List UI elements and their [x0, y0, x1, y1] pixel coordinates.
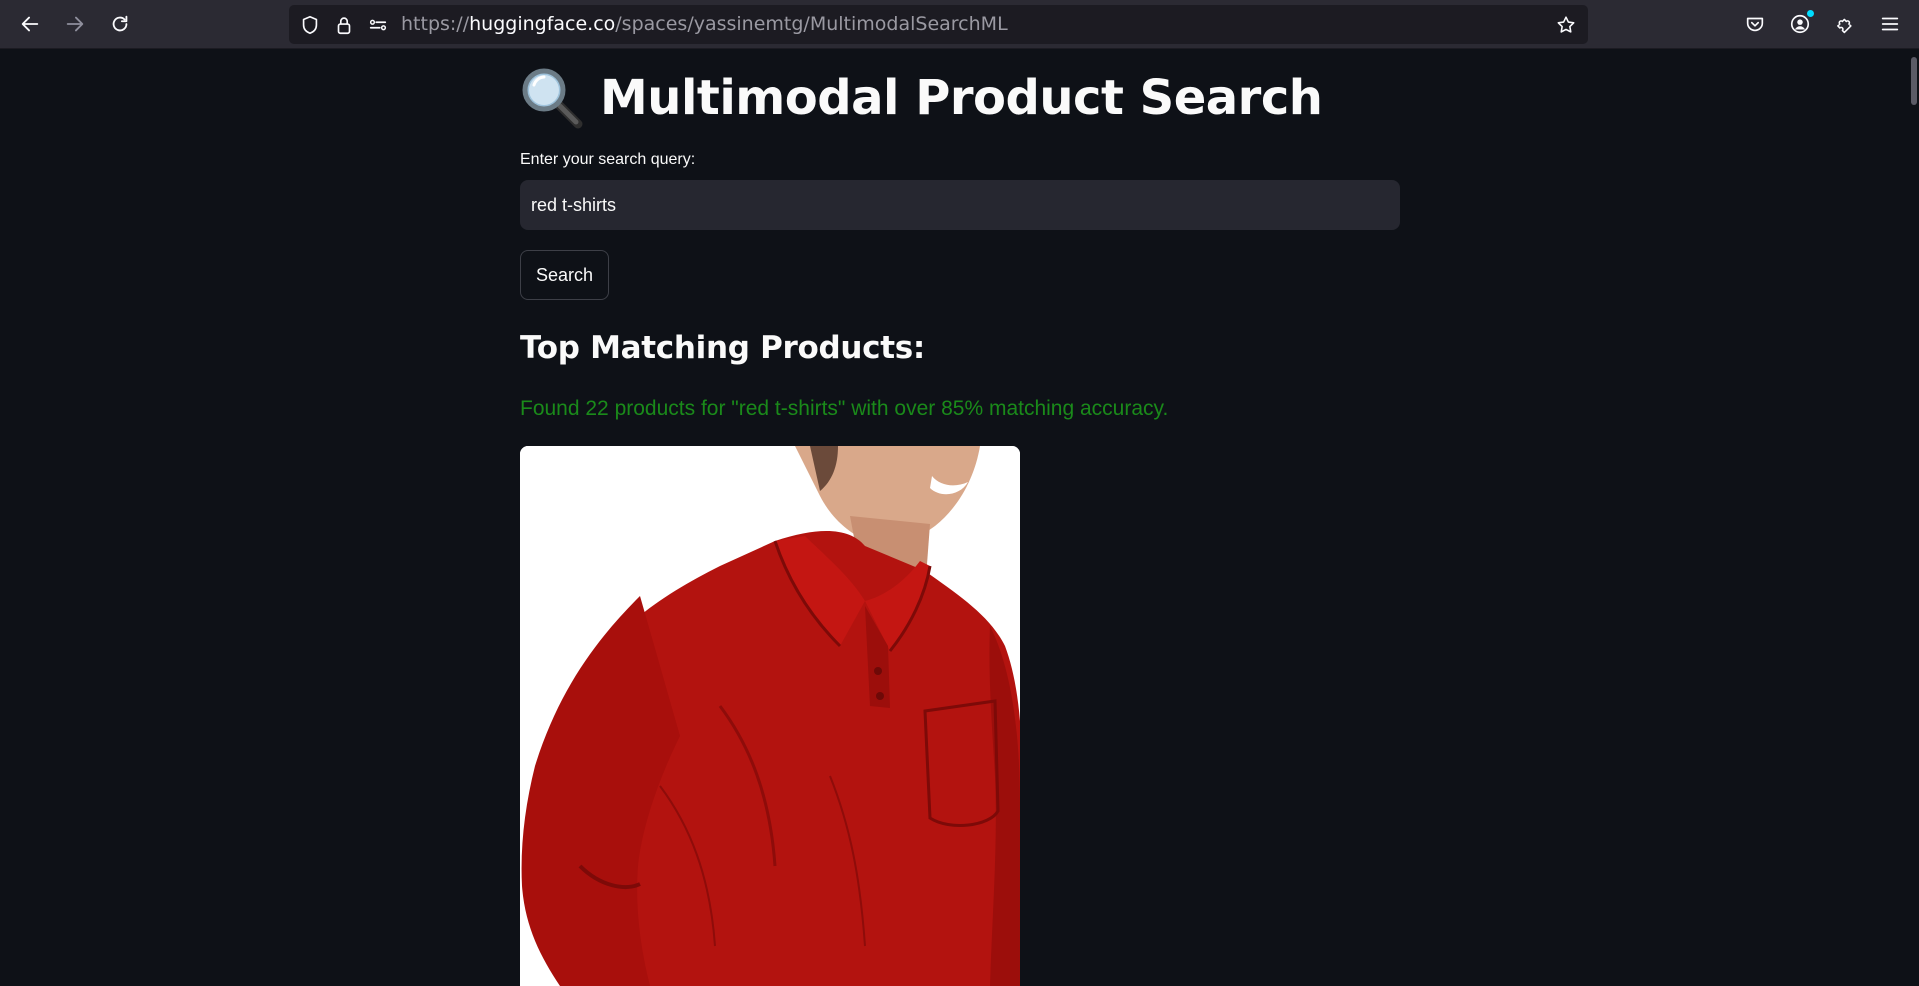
account-button[interactable]	[1782, 6, 1818, 42]
lock-icon[interactable]	[333, 14, 355, 36]
page-scrollbar[interactable]	[1907, 49, 1919, 980]
address-bar[interactable]: https://huggingface.co/spaces/yassinemtg…	[289, 5, 1588, 44]
bookmark-star-icon[interactable]	[1555, 14, 1577, 36]
browser-toolbar: https://huggingface.co/spaces/yassinemtg…	[0, 0, 1919, 49]
back-arrow-icon	[21, 16, 39, 32]
url-path: /spaces/yassinemtg/MultimodalSearchML	[615, 13, 1008, 35]
pocket-button[interactable]	[1737, 6, 1773, 42]
notification-dot	[1807, 10, 1814, 17]
back-button[interactable]	[12, 6, 48, 42]
magnifying-glass-icon	[522, 68, 583, 129]
results-heading: Top Matching Products:	[520, 330, 926, 366]
results-message: Found 22 products for "red t-shirts" wit…	[520, 397, 1169, 420]
shield-icon[interactable]	[299, 14, 321, 36]
red-polo-shirt-image	[520, 446, 1020, 986]
page-title-text: Multimodal Product Search	[600, 70, 1323, 126]
pocket-icon	[1746, 17, 1764, 32]
url-host: huggingface.co	[469, 13, 616, 35]
forward-button[interactable]	[57, 6, 93, 42]
reload-button[interactable]	[102, 6, 138, 42]
scroll-thumb[interactable]	[1911, 57, 1917, 105]
reload-icon	[112, 15, 128, 32]
menu-icon	[1881, 17, 1899, 31]
page-title: Multimodal Product Search	[520, 63, 1323, 133]
query-label: Enter your search query:	[520, 151, 696, 168]
url-text[interactable]: https://huggingface.co/spaces/yassinemtg…	[401, 5, 1008, 44]
search-input[interactable]	[520, 180, 1400, 230]
product-image[interactable]	[520, 446, 1020, 986]
url-scheme: https://	[401, 13, 470, 35]
search-button[interactable]: Search	[520, 250, 609, 300]
permissions-icon[interactable]	[367, 14, 389, 36]
extensions-button[interactable]	[1827, 6, 1863, 42]
menu-button[interactable]	[1872, 6, 1908, 42]
extensions-icon	[1837, 18, 1852, 34]
forward-arrow-icon	[66, 16, 84, 32]
